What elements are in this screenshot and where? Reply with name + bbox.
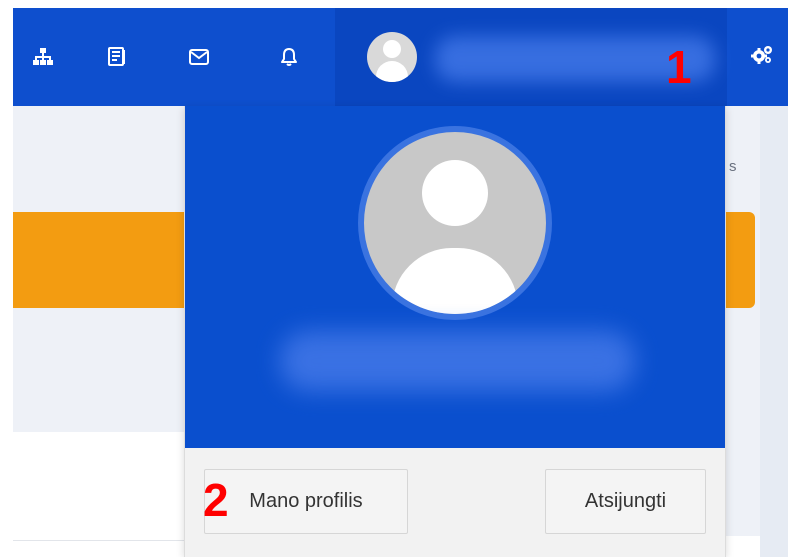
book-icon[interactable] xyxy=(106,46,128,68)
sitemap-icon[interactable] xyxy=(32,46,54,68)
bell-icon[interactable] xyxy=(278,46,300,68)
mail-icon[interactable] xyxy=(188,46,210,68)
gears-icon[interactable] xyxy=(751,44,773,66)
right-column xyxy=(760,106,788,557)
dropdown-footer: Mano profilis Atsijungti xyxy=(185,448,725,557)
dropdown-header xyxy=(185,106,725,448)
annotation-marker-2: 2 xyxy=(203,474,229,526)
annotation-marker-1: 1 xyxy=(666,41,692,93)
my-profile-button[interactable]: Mano profilis xyxy=(204,469,408,534)
user-avatar-icon xyxy=(367,32,417,82)
logout-button[interactable]: Atsijungti xyxy=(545,469,706,534)
page-text-fragment: s xyxy=(729,158,737,175)
user-dropdown: Mano profilis Atsijungti xyxy=(184,106,726,557)
profile-avatar-icon xyxy=(358,126,552,320)
profile-name-redacted xyxy=(280,331,635,391)
